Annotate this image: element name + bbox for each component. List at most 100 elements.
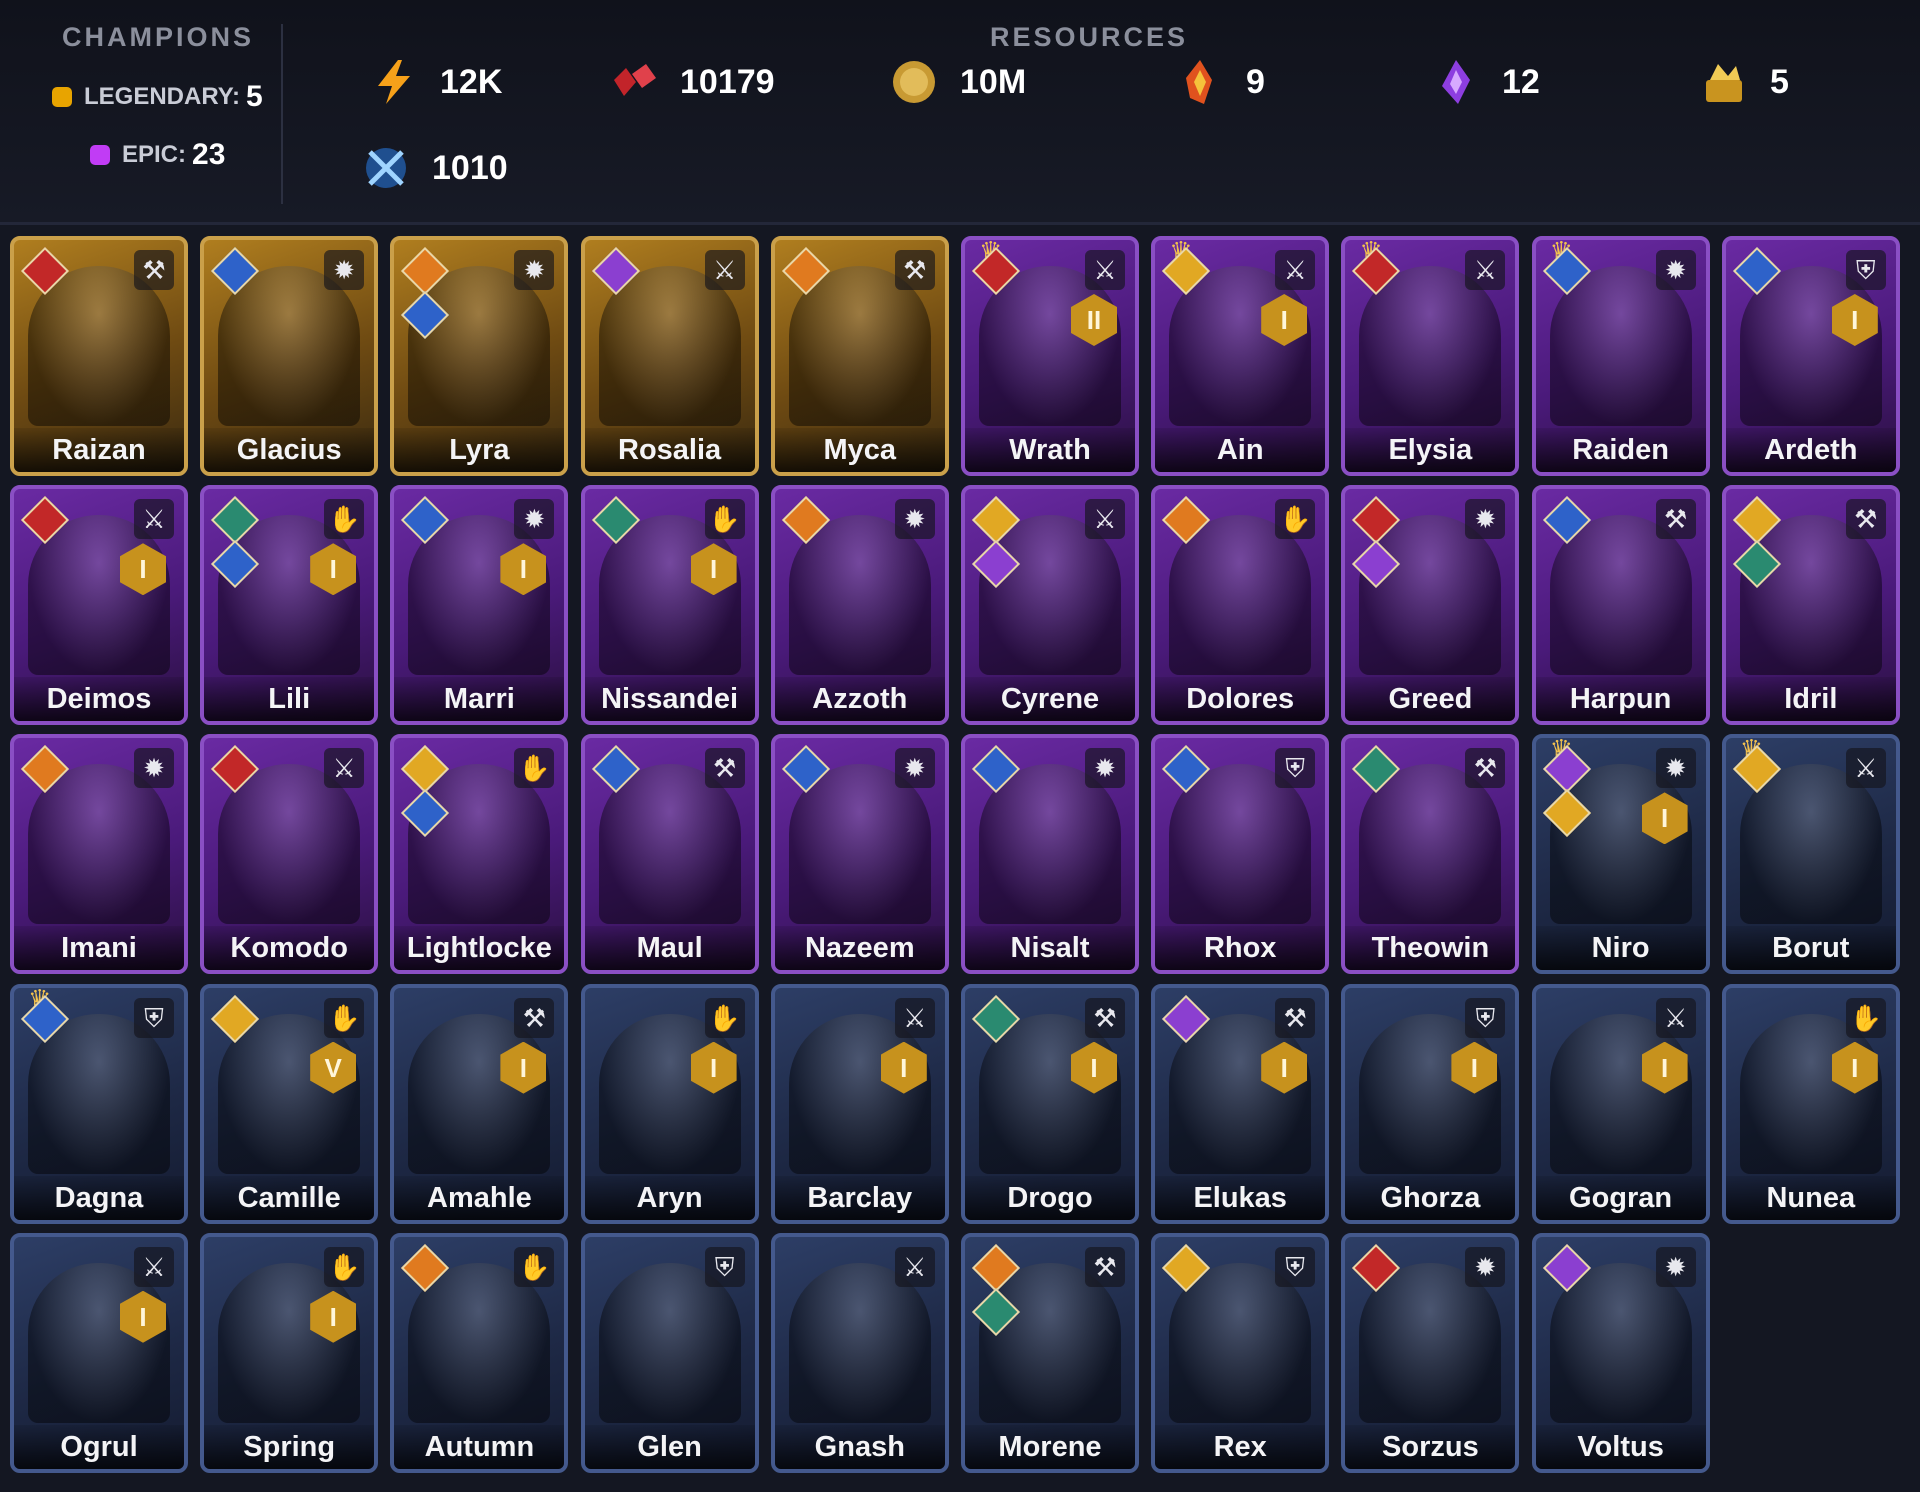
champion-card[interactable]: ⚔ I Deimos xyxy=(10,485,188,726)
champion-portrait xyxy=(788,1013,931,1174)
champion-portrait xyxy=(28,1262,170,1423)
sword-icon: ⚔ xyxy=(1845,748,1886,789)
axe-icon: ⚒ xyxy=(1845,499,1886,540)
champion-card[interactable]: ⛨ Rhox xyxy=(1151,734,1330,975)
champion-card[interactable]: ♛✹Raiden xyxy=(1531,236,1710,476)
champion-name: Nunea xyxy=(1725,1175,1896,1220)
sword-icon: ⚔ xyxy=(1655,997,1696,1038)
champion-card[interactable]: ⛨ Glen xyxy=(580,1232,759,1473)
header-divider xyxy=(281,24,283,204)
mace-icon: ✹ xyxy=(1465,499,1506,540)
shield-icon: ⛨ xyxy=(1275,1246,1316,1287)
champion-card[interactable]: ✋ I Spring xyxy=(200,1232,379,1473)
resource-void-shard: 12 xyxy=(1432,58,1540,106)
champion-card[interactable]: ⛨ I Ardeth xyxy=(1721,236,1900,476)
champion-name: Rosalia xyxy=(584,428,755,472)
resource-gold-value: 10M xyxy=(960,62,1027,101)
champion-card[interactable]: ⚔ I Gogran xyxy=(1531,983,1710,1224)
champion-card[interactable]: ⚒ Morene xyxy=(961,1232,1139,1473)
champion-card[interactable]: ⚔ Gnash xyxy=(770,1232,949,1473)
sword-icon: ⚔ xyxy=(1085,499,1125,540)
resource-fire-shard: 9 xyxy=(1176,58,1265,106)
champion-name: Idril xyxy=(1725,677,1896,722)
champion-name: Ardeth xyxy=(1725,428,1896,472)
champion-card[interactable]: ✹ Glacius xyxy=(200,236,379,476)
champion-name: Rhox xyxy=(1155,926,1326,971)
champion-card[interactable]: ⚒ Theowin xyxy=(1341,734,1520,975)
mace-icon: ✹ xyxy=(1655,748,1696,789)
champion-card[interactable]: ✋ I Lili xyxy=(200,485,379,726)
champion-card[interactable]: ⚔ Rosalia xyxy=(580,236,759,476)
champion-card[interactable]: ♛⚔Borut xyxy=(1721,734,1900,975)
champion-name: Maul xyxy=(584,926,755,971)
champion-card[interactable]: ⚔ I Barclay xyxy=(770,983,949,1224)
resource-fire-shard-value: 9 xyxy=(1246,62,1265,101)
champion-name: Imani xyxy=(14,926,184,971)
champion-card[interactable]: ✋ I Nissandei xyxy=(580,485,759,726)
champion-card[interactable]: ✋ I Aryn xyxy=(580,983,759,1224)
champion-card[interactable]: ⛨ I Ghorza xyxy=(1341,983,1520,1224)
champion-card[interactable]: ✹ Sorzus xyxy=(1341,1232,1520,1473)
champion-card[interactable]: ⚒ I Drogo xyxy=(961,983,1139,1224)
champion-card[interactable]: ✹ Voltus xyxy=(1531,1232,1710,1473)
champion-card[interactable]: ✋ I Nunea xyxy=(1721,983,1900,1224)
champion-card[interactable]: ⚒ Harpun xyxy=(1531,485,1710,726)
champion-card[interactable]: ✹ Azzoth xyxy=(770,485,949,726)
resource-void-shard-value: 12 xyxy=(1502,62,1540,101)
axe-icon: ⚒ xyxy=(1465,748,1506,789)
champion-name: Nissandei xyxy=(584,677,755,722)
champion-card[interactable]: ⛨ Rex xyxy=(1151,1232,1330,1473)
champion-name: Aryn xyxy=(584,1175,755,1220)
resource-energy: 12K xyxy=(370,58,502,106)
axe-icon: ⚒ xyxy=(1275,997,1316,1038)
champion-card[interactable]: ⚒ Idril xyxy=(1721,485,1900,726)
sword-icon: ⚔ xyxy=(704,250,745,290)
champion-name: Lightlocke xyxy=(394,926,565,971)
hands-icon: ✋ xyxy=(1275,499,1316,540)
epic-count: EPIC: 23 xyxy=(90,138,225,172)
champion-portrait xyxy=(1359,1013,1502,1174)
champion-name: Wrath xyxy=(965,428,1135,472)
champion-name: Drogo xyxy=(965,1175,1135,1220)
champion-card[interactable]: ⚒ I Elukas xyxy=(1151,983,1330,1224)
crossed-swords-icon xyxy=(366,148,406,188)
champion-name: Ain xyxy=(1155,428,1326,472)
champion-name: Niro xyxy=(1535,926,1706,971)
champion-card[interactable]: ⚔ Komodo xyxy=(200,734,379,975)
legendary-label: LEGENDARY: xyxy=(84,83,240,110)
champion-card[interactable]: ♛⛨Dagna xyxy=(10,983,188,1224)
champion-card[interactable]: ✋ V Camille xyxy=(200,983,379,1224)
champion-card[interactable]: ♛⚔Elysia xyxy=(1341,236,1520,476)
shield-icon: ⛨ xyxy=(1275,748,1316,789)
champion-portrait xyxy=(408,1013,551,1174)
champion-card[interactable]: ✋ Lightlocke xyxy=(390,734,569,975)
champion-card[interactable]: ✹ Nazeem xyxy=(770,734,949,975)
champion-card[interactable]: ⚒ Maul xyxy=(580,734,759,975)
champion-card[interactable]: ✹ I Marri xyxy=(390,485,569,726)
champion-name: Dolores xyxy=(1155,677,1326,722)
champion-card[interactable]: ♛✹INiro xyxy=(1531,734,1710,975)
champion-name: Nisalt xyxy=(965,926,1135,971)
champion-card[interactable]: ⚒ Myca xyxy=(770,236,949,476)
champion-card[interactable]: ⚒ Raizan xyxy=(10,236,188,476)
energy-bolt-icon xyxy=(378,60,410,104)
champion-card[interactable]: ✋ Autumn xyxy=(390,1232,569,1473)
champion-name: Theowin xyxy=(1345,926,1516,971)
champion-card[interactable]: ✹ Lyra xyxy=(390,236,569,476)
champion-card[interactable]: ♛⚔IAin xyxy=(1151,236,1330,476)
champion-card[interactable]: ✹ Nisalt xyxy=(961,734,1139,975)
champion-card[interactable]: ⚒ I Amahle xyxy=(390,983,569,1224)
champion-portrait xyxy=(598,1262,741,1423)
champion-card[interactable]: ⚔ I Ogrul xyxy=(10,1232,188,1473)
hands-icon: ✋ xyxy=(514,748,555,789)
champion-name: Cyrene xyxy=(965,677,1135,722)
champion-card[interactable]: ♛⚔IIWrath xyxy=(961,236,1139,476)
champion-card[interactable]: ⚔ Cyrene xyxy=(961,485,1139,726)
axe-icon: ⚒ xyxy=(1085,1246,1125,1287)
champion-card[interactable]: ✋ Dolores xyxy=(1151,485,1330,726)
champion-portrait xyxy=(598,1013,741,1174)
champion-card[interactable]: ✹ Imani xyxy=(10,734,188,975)
champion-card[interactable]: ✹ Greed xyxy=(1341,485,1520,726)
resource-arena: 1010 xyxy=(362,144,508,192)
hands-icon: ✋ xyxy=(704,997,745,1038)
